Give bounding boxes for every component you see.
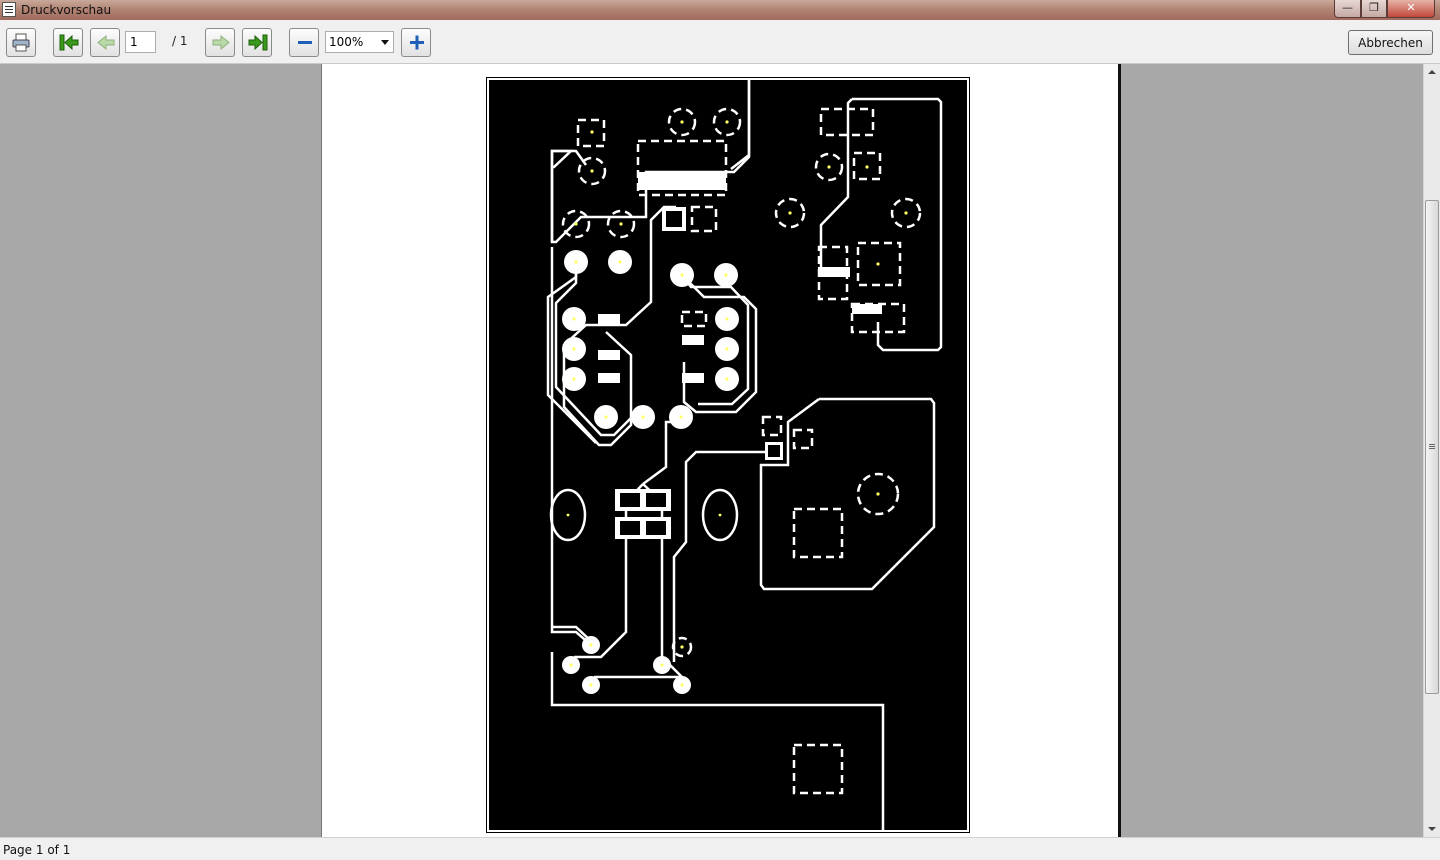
status-text: Page 1 of 1 bbox=[3, 843, 71, 857]
vertical-scrollbar[interactable] bbox=[1423, 64, 1440, 837]
printer-icon bbox=[12, 33, 30, 52]
zoom-value: 100% bbox=[329, 35, 364, 49]
close-button[interactable]: ✕ bbox=[1387, 0, 1435, 18]
zoom-in-icon bbox=[410, 35, 424, 50]
app-icon bbox=[2, 2, 16, 17]
window-title: Druckvorschau bbox=[21, 3, 112, 17]
toolbar: / 1 100% Abbrechen bbox=[0, 20, 1440, 64]
zoom-in-button[interactable] bbox=[401, 28, 431, 57]
page-total-label: / 1 bbox=[172, 34, 188, 48]
print-preview-area[interactable] bbox=[0, 64, 1423, 837]
title-bar: Druckvorschau — ❐ ✕ bbox=[0, 0, 1440, 20]
previous-page-button[interactable] bbox=[90, 28, 120, 57]
cancel-button[interactable]: Abbrechen bbox=[1348, 30, 1433, 55]
chevron-down-icon bbox=[381, 40, 389, 45]
next-page-icon bbox=[212, 34, 230, 51]
last-page-button[interactable] bbox=[242, 28, 272, 57]
page-number-input[interactable] bbox=[125, 31, 156, 53]
zoom-out-icon bbox=[298, 41, 312, 44]
pcb-layout-image bbox=[486, 77, 970, 833]
scroll-up-arrow-icon[interactable] bbox=[1424, 64, 1440, 80]
last-page-icon bbox=[248, 34, 268, 51]
zoom-out-button[interactable] bbox=[289, 28, 319, 57]
scroll-down-arrow-icon[interactable] bbox=[1424, 821, 1440, 837]
next-page-button[interactable] bbox=[205, 28, 235, 57]
first-page-icon bbox=[59, 34, 79, 51]
zoom-select[interactable]: 100% bbox=[325, 31, 394, 53]
first-page-button[interactable] bbox=[53, 28, 83, 57]
previous-page-icon bbox=[97, 34, 115, 51]
status-bar: Page 1 of 1 bbox=[0, 837, 1440, 860]
minimize-button[interactable]: — bbox=[1334, 0, 1361, 18]
scroll-thumb[interactable] bbox=[1425, 200, 1439, 694]
preview-page bbox=[321, 64, 1121, 837]
print-button[interactable] bbox=[6, 28, 36, 57]
maximize-button[interactable]: ❐ bbox=[1361, 0, 1387, 18]
